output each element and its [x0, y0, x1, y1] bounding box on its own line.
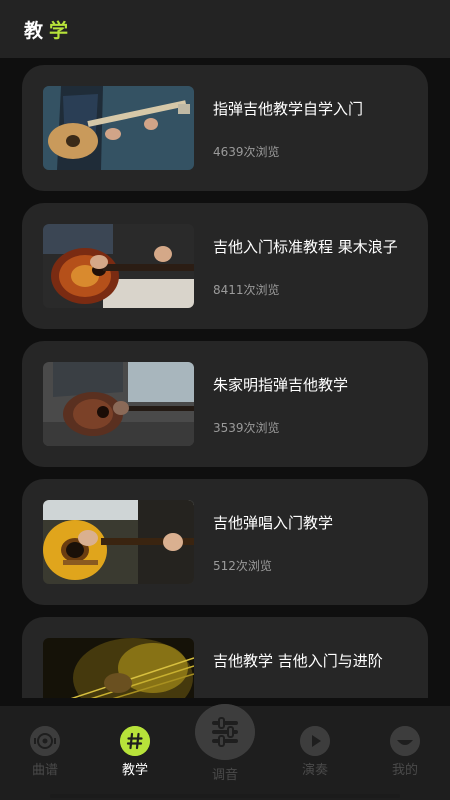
course-views: 512次浏览 [213, 559, 272, 573]
course-card[interactable]: 指弹吉他教学自学入门 4639次浏览 [22, 65, 428, 191]
course-views: 3539次浏览 [213, 421, 280, 435]
tab-label: 我的 [391, 763, 418, 778]
course-thumbnail [43, 362, 194, 446]
course-thumbnail [43, 638, 194, 698]
course-title: 吉他弹唱入门教学 [213, 514, 334, 532]
play-icon [300, 726, 330, 756]
course-card[interactable]: 吉他弹唱入门教学 512次浏览 [22, 479, 428, 605]
course-card[interactable]: 朱家明指弹吉他教学 3539次浏览 [22, 341, 428, 467]
course-info: 吉他弹唱入门教学 512次浏览 [213, 500, 413, 584]
smile-icon [390, 726, 420, 756]
course-info: 吉他入门标准教程 果木浪子 8411次浏览 [213, 224, 413, 308]
tab-mine[interactable]: 我的 [370, 706, 440, 800]
tab-label: 曲谱 [31, 763, 58, 778]
app-screen: 教 学 指弹吉他教学自学入门 4639次浏览 吉他入门标准教程 果木浪子 841… [0, 0, 450, 800]
course-card[interactable]: 吉他教学 吉他入门与进阶 [22, 617, 428, 698]
course-info: 指弹吉他教学自学入门 4639次浏览 [213, 86, 413, 170]
course-info: 吉他教学 吉他入门与进阶 [213, 638, 413, 698]
tab-teaching[interactable]: 教学 [100, 706, 170, 800]
course-views: 4639次浏览 [213, 145, 280, 159]
course-title: 朱家明指弹吉他教学 [213, 376, 349, 394]
tuner-sliders-icon [195, 704, 255, 760]
course-title: 吉他教学 吉他入门与进阶 [213, 652, 383, 670]
course-thumbnail [43, 86, 194, 170]
top-header: 教 学 [0, 0, 450, 58]
course-card[interactable]: 吉他入门标准教程 果木浪子 8411次浏览 [22, 203, 428, 329]
home-indicator [50, 794, 400, 798]
course-thumbnail [43, 500, 194, 584]
bottom-tab-bar: 曲谱 教学 调音 演奏 我的 [0, 704, 450, 800]
hash-icon [120, 726, 150, 756]
page-title-part2: 学 [49, 19, 69, 42]
course-thumbnail [43, 224, 194, 308]
course-info: 朱家明指弹吉他教学 3539次浏览 [213, 362, 413, 446]
page-title-part1: 教 [24, 19, 46, 42]
course-title: 指弹吉他教学自学入门 [213, 100, 364, 118]
tab-perform[interactable]: 演奏 [280, 706, 350, 800]
tab-tuner[interactable]: 调音 [190, 704, 260, 800]
vinyl-icon [30, 726, 60, 756]
tab-label: 演奏 [301, 763, 328, 778]
course-title: 吉他入门标准教程 果木浪子 [213, 238, 398, 256]
course-list[interactable]: 指弹吉他教学自学入门 4639次浏览 吉他入门标准教程 果木浪子 8411次浏览 [0, 58, 450, 698]
course-views: 8411次浏览 [213, 283, 280, 297]
tab-label: 教学 [121, 763, 148, 778]
tab-label: 调音 [211, 768, 238, 783]
tab-scores[interactable]: 曲谱 [10, 706, 80, 800]
